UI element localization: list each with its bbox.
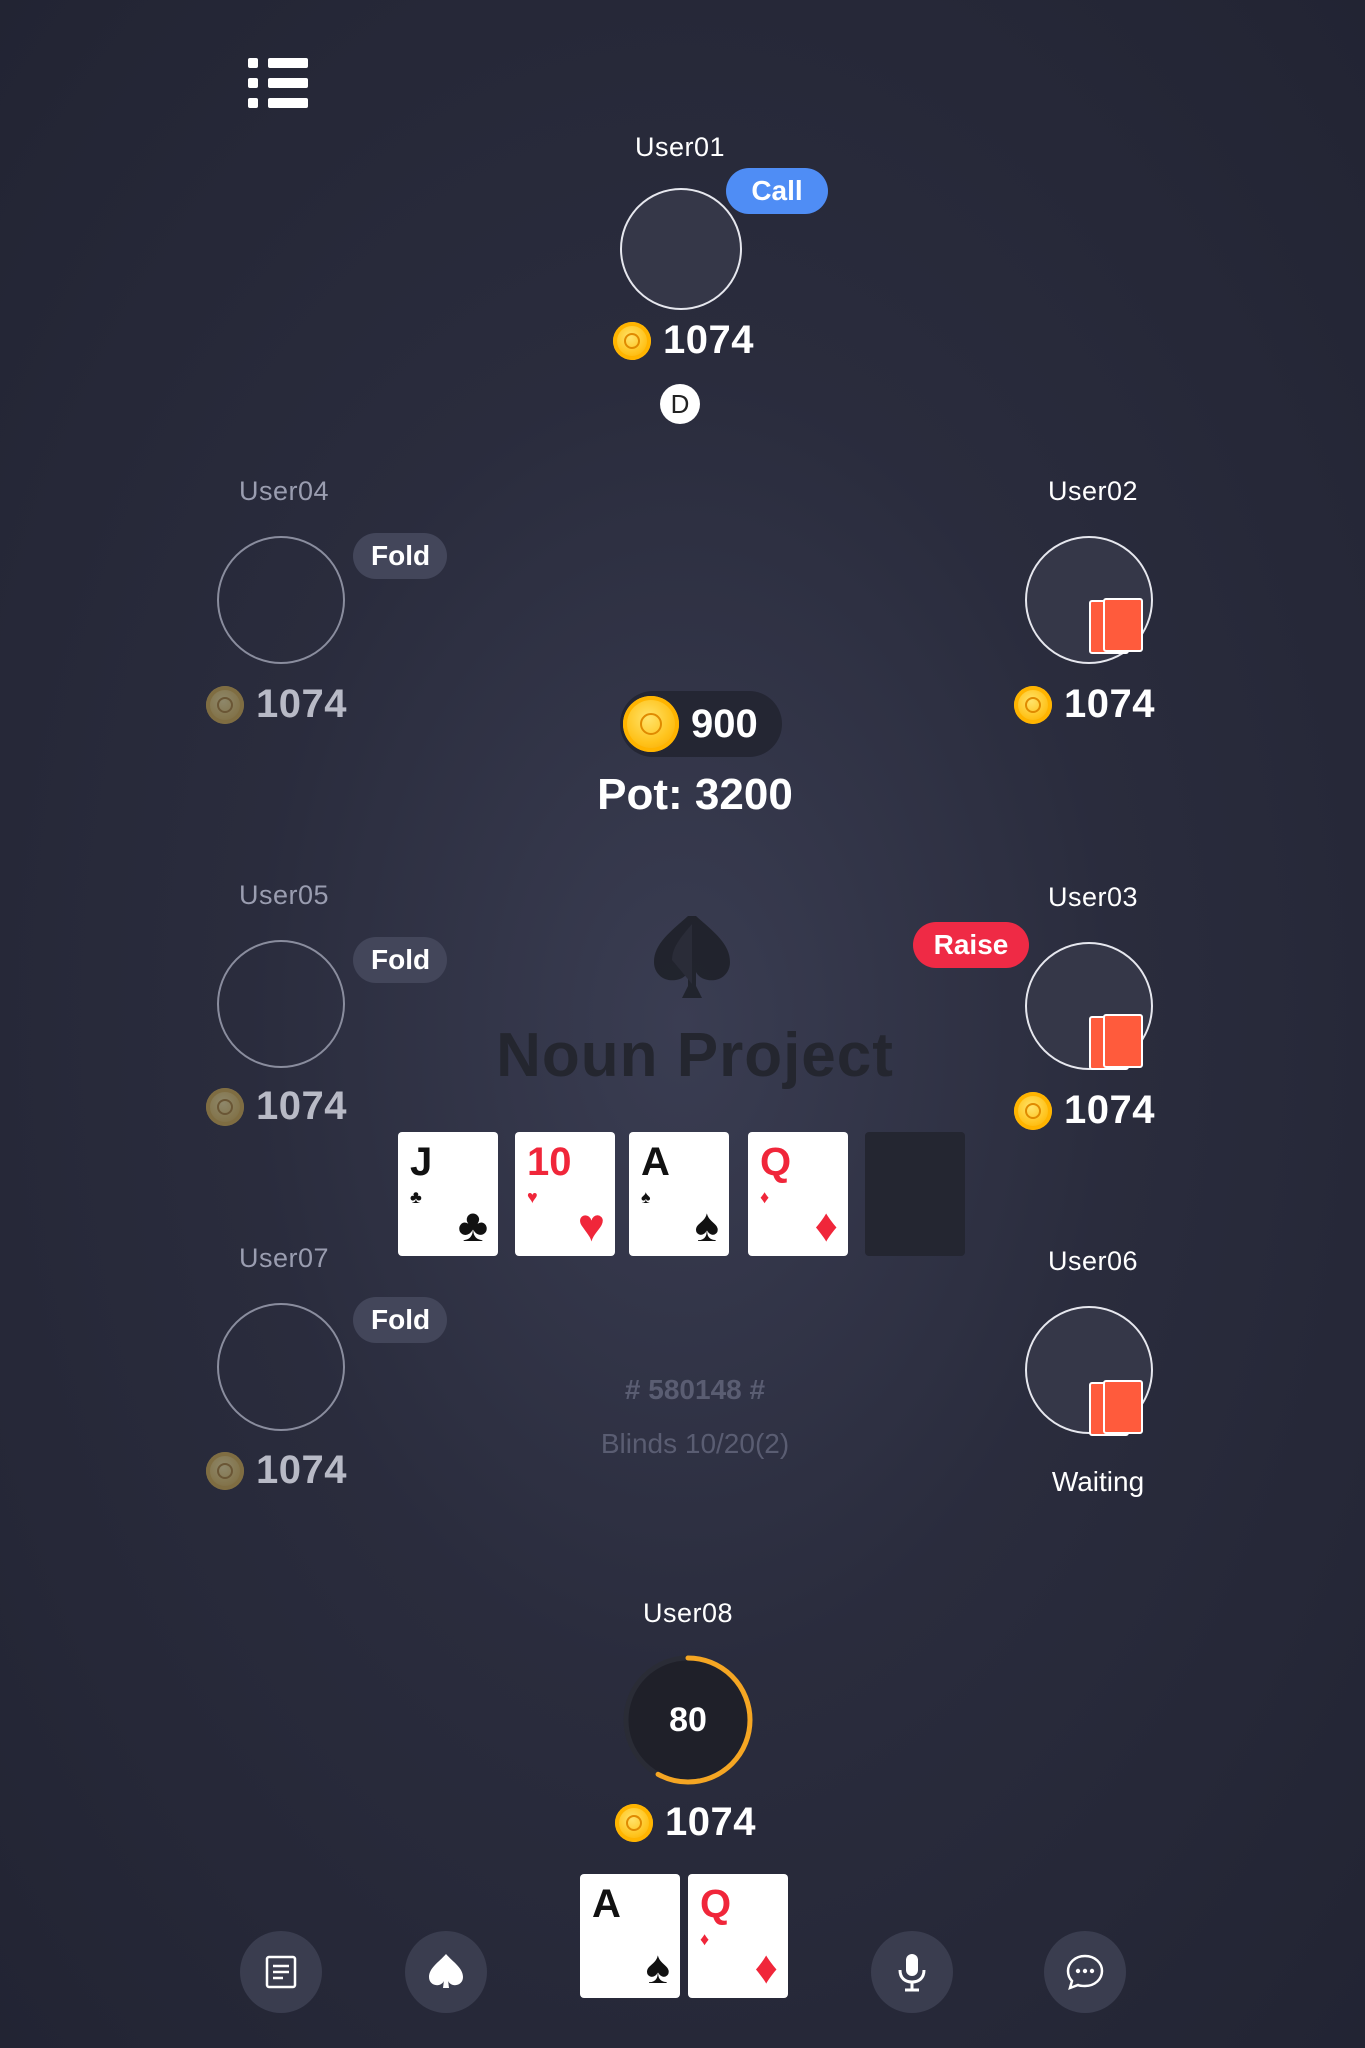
- chip-value: 1074: [665, 1800, 756, 1844]
- community-card-3: A ♠ ♠: [629, 1132, 729, 1256]
- hand-card-1[interactable]: A ♠: [580, 1874, 680, 1998]
- game-menu-button[interactable]: [405, 1931, 487, 2013]
- coin-icon: [1014, 1091, 1052, 1130]
- action-badge-fold: Fold: [353, 1297, 447, 1343]
- action-badge-fold: Fold: [353, 533, 447, 579]
- avatar-user04[interactable]: [217, 536, 345, 664]
- community-card-4: Q ♦ ♦: [748, 1132, 848, 1256]
- dealer-button: D: [660, 384, 700, 424]
- waiting-status: Waiting: [1051, 1466, 1145, 1497]
- action-badge-raise: Raise: [913, 922, 1029, 968]
- card-suit-large: ♦: [754, 1941, 778, 1993]
- chip-value: 1074: [1064, 682, 1155, 726]
- community-card-2: 10 ♥ ♥: [515, 1132, 615, 1256]
- chip-count-user01: 1074: [613, 318, 754, 363]
- coin-icon: [206, 1451, 244, 1490]
- spade-icon: [429, 1954, 463, 1988]
- card-back-icon: [1089, 1380, 1145, 1436]
- card-suit: ♥: [527, 1187, 538, 1207]
- current-bet-value: 900: [691, 701, 758, 746]
- history-button[interactable]: [240, 1931, 322, 2013]
- card-rank: 10: [527, 1140, 572, 1184]
- card-suit: ♦: [700, 1929, 710, 1949]
- chip-value: 1074: [256, 1084, 347, 1128]
- chip-value: 1074: [256, 1448, 347, 1492]
- card-suit-large: ♣: [457, 1199, 488, 1251]
- coin-icon: [206, 685, 244, 724]
- player-name-user01: User01: [634, 132, 726, 162]
- card-rank: J: [410, 1140, 433, 1184]
- card-suit: ♠: [641, 1187, 651, 1207]
- voice-chat-button[interactable]: [871, 1931, 953, 2013]
- player-name-user02: User02: [1047, 476, 1139, 506]
- coin-icon: [623, 696, 679, 752]
- chip-count-user03: 1074: [1014, 1088, 1155, 1133]
- card-suit-large: ♠: [645, 1941, 670, 1993]
- player-name-user06: User06: [1047, 1246, 1139, 1276]
- coin-icon: [1014, 685, 1052, 724]
- chip-value: 1074: [256, 682, 347, 726]
- card-suit: ♣: [410, 1187, 422, 1207]
- watermark-text: Noun Project: [496, 1021, 894, 1090]
- card-rank: A: [641, 1140, 670, 1184]
- card-back-icon: [1089, 1014, 1145, 1070]
- spade-logo-icon: [654, 916, 730, 998]
- chip-count-user08: 1074: [615, 1800, 756, 1845]
- avatar-user07[interactable]: [217, 1303, 345, 1431]
- player-name-user08: User08: [642, 1598, 734, 1628]
- community-card-1: J ♣ ♣: [398, 1132, 498, 1256]
- chip-count-user02: 1074: [1014, 682, 1155, 727]
- action-badge-fold: Fold: [353, 937, 447, 983]
- player-name-user03: User03: [1047, 882, 1139, 912]
- card-suit: ♦: [760, 1187, 770, 1207]
- card-rank: A: [592, 1882, 621, 1926]
- chat-bubble-icon: [1066, 1954, 1104, 1991]
- card-rank: Q: [700, 1882, 732, 1926]
- pot-total: Pot: 3200: [597, 770, 793, 819]
- menu-list-icon[interactable]: [248, 58, 308, 110]
- avatar-user01[interactable]: [620, 188, 742, 310]
- blinds-info: Blinds 10/20(2): [600, 1428, 790, 1459]
- coin-icon: [613, 321, 651, 360]
- microphone-icon: [898, 1954, 926, 1992]
- game-id: # 580148 #: [624, 1374, 766, 1405]
- action-badge-call: Call: [726, 168, 828, 214]
- chip-value: 1074: [663, 318, 754, 362]
- chat-button[interactable]: [1044, 1931, 1126, 2013]
- card-suit-large: ♥: [577, 1199, 605, 1251]
- card-suit-large: ♦: [814, 1199, 838, 1251]
- player-name-user07: User07: [238, 1243, 330, 1273]
- turn-timer-value: 80: [669, 1701, 707, 1739]
- coin-icon: [615, 1803, 653, 1842]
- hand-card-2[interactable]: Q ♦ ♦: [688, 1874, 788, 1998]
- card-back-icon: [1089, 598, 1145, 654]
- player-name-user04: User04: [238, 476, 330, 506]
- current-bet-pill: 900: [620, 691, 782, 757]
- community-card-5-empty: [865, 1132, 965, 1256]
- document-icon: [265, 1955, 297, 1989]
- player-name-user05: User05: [238, 880, 330, 910]
- card-rank: Q: [760, 1140, 792, 1184]
- chip-value: 1074: [1064, 1088, 1155, 1132]
- card-suit-large: ♠: [694, 1199, 719, 1251]
- chip-count-user05: 1074: [206, 1084, 347, 1129]
- chip-count-user07: 1074: [206, 1448, 347, 1493]
- coin-icon: [206, 1087, 244, 1126]
- avatar-user05[interactable]: [217, 940, 345, 1068]
- chip-count-user04: 1074: [206, 682, 347, 727]
